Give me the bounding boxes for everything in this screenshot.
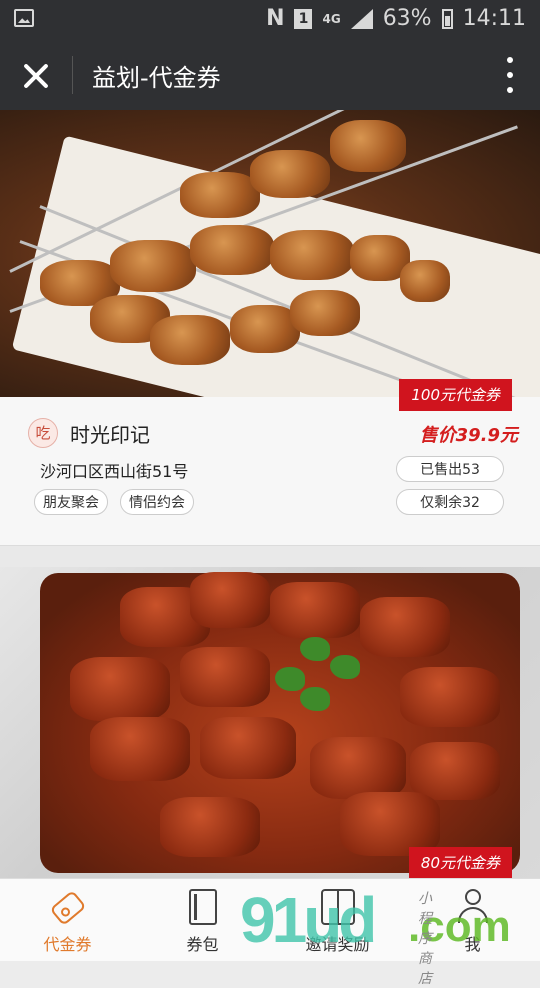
sale-price: 售价39.9元 <box>419 425 518 446</box>
sim-icon: 1 <box>294 8 313 29</box>
shop-address: 沙河口区西山街51号 <box>40 462 189 481</box>
status-bar: N 1 4G 63% 14:11 <box>0 0 540 40</box>
gift-icon <box>320 889 355 925</box>
tab-me[interactable]: 我 <box>405 879 540 961</box>
sold-count-badge: 已售出53 <box>396 456 504 482</box>
tag-icon <box>48 889 87 927</box>
tag-chip: 情侣约会 <box>120 489 194 515</box>
tab-label: 我 <box>464 935 481 954</box>
tab-label: 券包 <box>186 935 219 954</box>
nfc-icon: N <box>266 6 285 31</box>
more-vertical-icon[interactable] <box>506 57 514 93</box>
voucher-card[interactable]: 80元代金券 <box>0 567 540 878</box>
voucher-card[interactable]: 100元代金券 吃 时光印记 售价39.9元 沙河口区西山街51号 已售出53 … <box>0 110 540 545</box>
food-image-ribs[interactable] <box>0 567 540 878</box>
clock: 14:11 <box>462 6 526 31</box>
user-icon <box>456 889 490 925</box>
voucher-value-badge: 80元代金券 <box>408 847 512 878</box>
tab-label: 邀请奖励 <box>305 935 370 954</box>
nav-divider <box>72 56 73 94</box>
tag-chip: 朋友聚会 <box>34 489 108 515</box>
tab-voucher[interactable]: 代金券 <box>0 879 135 961</box>
battery-percent: 63% <box>382 6 432 31</box>
battery-icon <box>441 8 453 29</box>
page-title: 益划-代金券 <box>92 64 221 92</box>
close-icon[interactable] <box>16 56 56 96</box>
wallet-icon <box>188 889 217 925</box>
nav-bar: 益划-代金券 <box>0 40 540 110</box>
signal-icon <box>350 8 373 29</box>
tab-invite[interactable]: 邀请奖励 <box>270 879 405 961</box>
network-type: 4G <box>322 11 341 26</box>
status-icons: N 1 4G 63% 14:11 <box>266 6 526 31</box>
shop-row: 吃 时光印记 售价39.9元 <box>28 418 518 448</box>
image-notification-icon <box>14 9 34 27</box>
shop-name: 时光印记 <box>70 423 150 447</box>
remaining-count-badge: 仅剩余32 <box>396 489 504 515</box>
food-image-skewers[interactable] <box>0 110 540 397</box>
voucher-value-badge: 100元代金券 <box>399 379 512 411</box>
tab-label: 代金券 <box>43 935 92 954</box>
tab-wallet[interactable]: 券包 <box>135 879 270 961</box>
bottom-tab-bar: 代金券 券包 邀请奖励 我 <box>0 878 540 961</box>
food-category-icon: 吃 <box>28 418 58 448</box>
card-separator <box>0 545 540 568</box>
